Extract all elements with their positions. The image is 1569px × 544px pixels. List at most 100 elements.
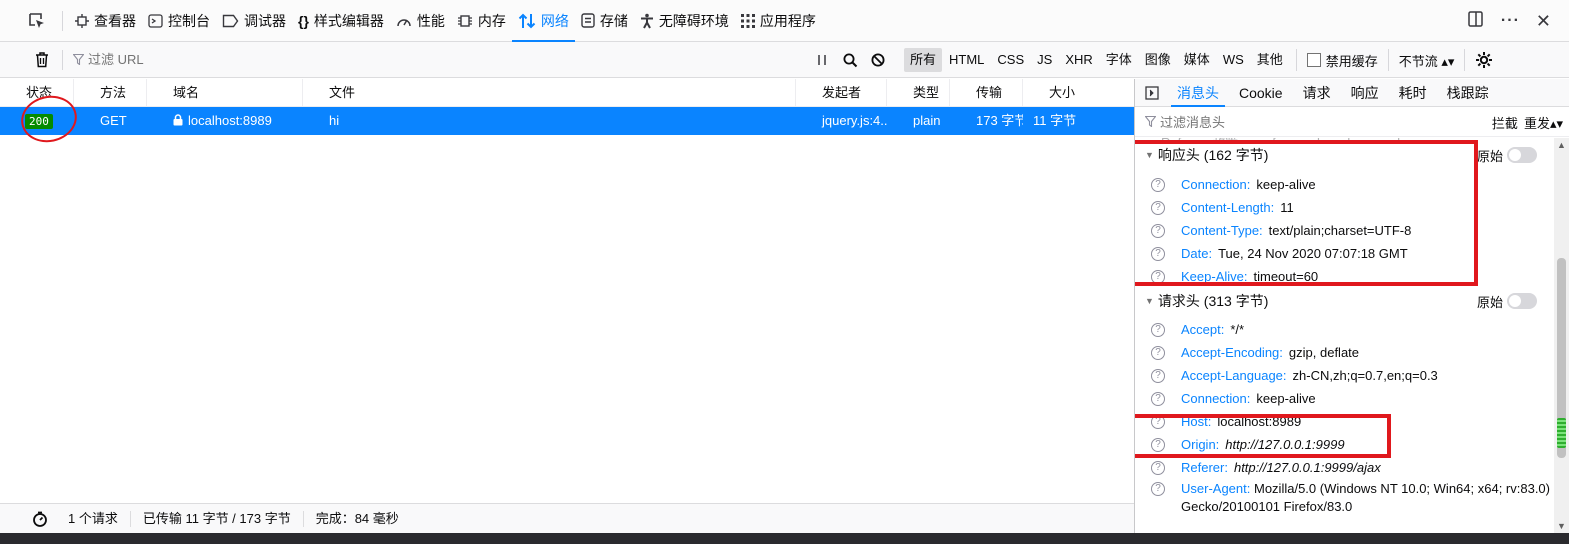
filter-headers-placeholder: 过滤消息头 [1160, 115, 1226, 130]
tab-console[interactable]: 控制台 [142, 0, 216, 42]
throttling-value: 不节流 ▴▾ [1398, 53, 1455, 69]
tab-debugger[interactable]: 调试器 [216, 0, 292, 42]
initiator-cell[interactable]: jquery.js:4... [796, 107, 887, 135]
filter-icon [1145, 116, 1156, 127]
filter-type-css[interactable]: CSS [991, 48, 1030, 72]
filter-type-js[interactable]: JS [1031, 48, 1058, 72]
tab-stack-trace[interactable]: 栈跟踪 [1437, 79, 1499, 107]
details-scrollbar[interactable]: ▲ ▼ [1554, 138, 1569, 533]
element-picker-button[interactable] [22, 6, 52, 36]
filter-type-fonts[interactable]: 字体 [1100, 48, 1138, 72]
clear-requests-button[interactable] [22, 42, 62, 78]
help-icon[interactable]: ? [1151, 368, 1165, 383]
tab-storage[interactable]: 存储 [575, 0, 634, 42]
search-icon [843, 53, 857, 67]
headers-list: Referrer 政策 no-referrer-when-downgrade ▼… [1135, 138, 1555, 533]
filter-type-images[interactable]: 图像 [1139, 48, 1177, 72]
block-icon [871, 53, 885, 67]
block-urls-button[interactable] [864, 42, 892, 78]
tab-accessibility[interactable]: 无障碍环境 [634, 0, 735, 42]
toolbar-divider [62, 10, 63, 31]
resend-button[interactable]: 重发▴▾ [1524, 113, 1563, 132]
disable-cache-checkbox[interactable]: 禁用缓存 [1295, 49, 1378, 71]
toggle-switch[interactable] [1507, 293, 1537, 309]
devtools-toolbox-tabs: 查看器 控制台 调试器 {} 样式编辑器 性能 内存 网络 存储 无障碍环境 应… [0, 0, 1569, 42]
toolbox-controls: ··· ✕ [1467, 0, 1551, 42]
column-header-initiator[interactable]: 发起者 [796, 78, 887, 107]
header-value: */* [1230, 322, 1245, 337]
tab-label: 调试器 [244, 12, 286, 29]
request-count: 1 个请求 [56, 510, 131, 527]
column-header-method[interactable]: 方法 [74, 78, 147, 107]
checkbox-box[interactable] [1306, 53, 1321, 67]
throttling-select[interactable]: 不节流 ▴▾ [1387, 49, 1455, 71]
tab-application[interactable]: 应用程序 [735, 0, 822, 42]
help-icon[interactable]: ? [1151, 391, 1165, 406]
column-header-type[interactable]: 类型 [887, 78, 950, 107]
dock-side-button[interactable] [1467, 10, 1485, 33]
help-icon[interactable]: ? [1151, 460, 1165, 475]
tab-headers[interactable]: 消息头 [1167, 79, 1229, 107]
header-row-wrapped: User-Agent: Mozilla/5.0 (Windows NT 10.0… [1181, 480, 1551, 516]
filter-type-xhr[interactable]: XHR [1059, 48, 1098, 72]
filter-type-other[interactable]: 其他 [1251, 48, 1289, 72]
tab-cookies[interactable]: Cookie [1229, 79, 1293, 107]
style-editor-icon: {} [298, 12, 309, 29]
raw-toggle[interactable]: 原始 [1477, 146, 1537, 165]
scroll-up-arrow[interactable]: ▲ [1554, 138, 1569, 152]
column-header-domain[interactable]: 域名 [147, 78, 303, 107]
element-picker-icon [29, 12, 44, 28]
filter-url-input[interactable] [88, 52, 288, 67]
tab-label: 应用程序 [759, 12, 816, 29]
column-header-file[interactable]: 文件 [303, 78, 796, 107]
header-name: Referer: [1181, 460, 1228, 475]
filter-type-all[interactable]: 所有 [904, 48, 943, 72]
request-headers-section[interactable]: ▼ 请求头 (313 字节) 原始 [1135, 289, 1555, 313]
tab-timings[interactable]: 耗时 [1389, 79, 1437, 107]
more-options-button[interactable]: ··· [1501, 12, 1520, 30]
raw-label: 原始 [1476, 294, 1503, 310]
section-title: 请求头 (313 字节) [1157, 293, 1269, 309]
block-button[interactable]: 拦截 [1492, 113, 1518, 132]
tab-response[interactable]: 响应 [1341, 79, 1389, 107]
help-icon[interactable]: ? [1151, 345, 1165, 360]
help-icon[interactable]: ? [1151, 322, 1165, 337]
filter-url-field[interactable] [63, 42, 288, 78]
tab-memory[interactable]: 内存 [451, 0, 512, 42]
tab-request[interactable]: 请求 [1293, 79, 1341, 107]
table-header: 状态 方法 域名 文件 发起者 类型 传输 大小 [0, 78, 1134, 107]
network-settings-button[interactable] [1464, 49, 1493, 71]
filter-type-ws[interactable]: WS [1217, 48, 1250, 72]
debugger-icon [222, 14, 239, 28]
lock-icon [173, 114, 183, 126]
toggle-switch[interactable] [1507, 147, 1537, 163]
trash-icon [36, 51, 48, 67]
performance-analysis-button[interactable] [32, 511, 48, 527]
close-toolbox-button[interactable]: ✕ [1536, 11, 1551, 32]
gear-icon [1476, 52, 1493, 68]
dock-icon [1468, 10, 1483, 27]
tab-style-editor[interactable]: {} 样式编辑器 [292, 0, 390, 42]
tab-label: 存储 [599, 12, 628, 29]
column-header-size[interactable]: 大小 [1023, 79, 1134, 107]
tab-inspector[interactable]: 查看器 [69, 0, 142, 42]
table-row[interactable]: 200 GET localhost:8989 hi jquery.js:4...… [0, 107, 1134, 135]
tab-performance[interactable]: 性能 [390, 0, 451, 42]
header-value: zh-CN,zh;q=0.7,en;q=0.3 [1292, 368, 1438, 383]
filter-headers-field[interactable]: 过滤消息头 拦截 重发▴▾ [1135, 107, 1569, 137]
raw-toggle[interactable]: 原始 [1477, 292, 1537, 311]
filter-type-html[interactable]: HTML [943, 48, 990, 72]
header-name: User-Agent: [1181, 481, 1251, 496]
tab-network[interactable]: 网络 [511, 0, 575, 42]
help-icon[interactable]: ? [1151, 482, 1165, 496]
filter-type-media[interactable]: 媒体 [1178, 48, 1216, 72]
toggle-sidebar-button[interactable] [1145, 85, 1159, 100]
column-header-transferred[interactable]: 传输 [950, 78, 1023, 107]
pause-button[interactable] [808, 42, 836, 78]
tab-label: 样式编辑器 [313, 12, 384, 29]
transferred-summary: 已传输 11 字节 / 173 字节 [131, 510, 304, 527]
search-button[interactable] [836, 42, 864, 78]
scroll-down-arrow[interactable]: ▼ [1554, 519, 1569, 533]
header-row: ? Accept: */* [1135, 318, 1555, 341]
application-icon [740, 13, 755, 28]
